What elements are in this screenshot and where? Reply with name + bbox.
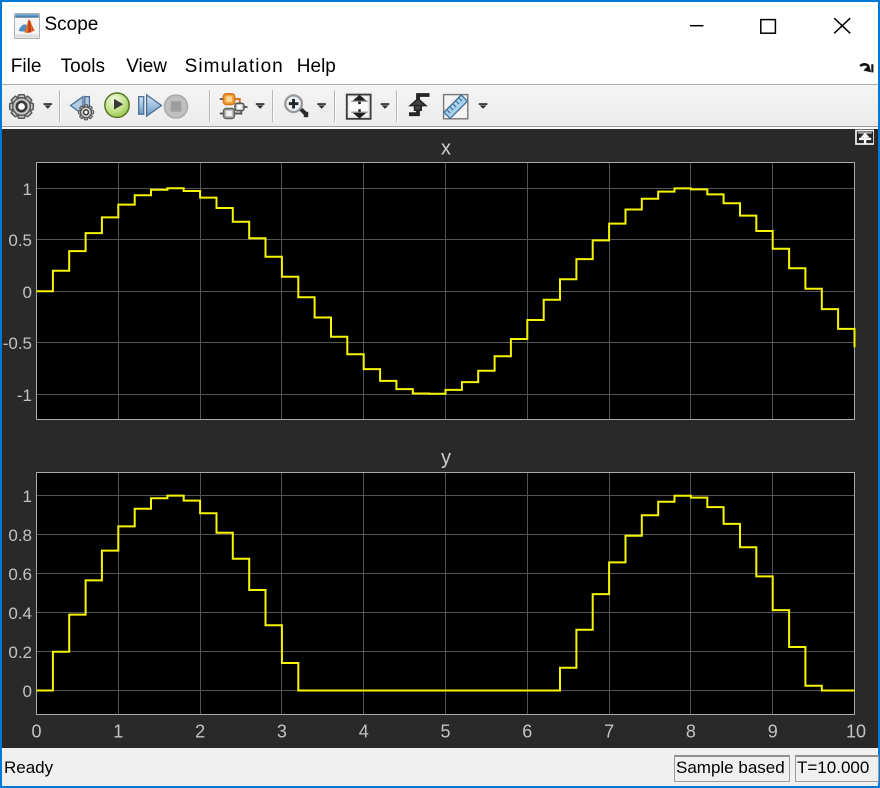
svg-text:-1: -1 [17,386,32,405]
svg-text:5: 5 [440,721,450,741]
svg-text:9: 9 [768,721,778,741]
svg-text:0: 0 [31,721,41,741]
svg-text:3: 3 [277,721,287,741]
svg-text:1: 1 [23,180,32,199]
svg-text:y: y [441,447,451,469]
svg-text:0.4: 0.4 [8,604,32,623]
svg-text:10: 10 [846,721,866,741]
svg-text:0: 0 [23,283,32,302]
svg-text:1: 1 [23,487,32,506]
svg-text:0.5: 0.5 [8,231,32,250]
svg-text:x: x [441,138,451,160]
svg-text:0.2: 0.2 [8,643,32,662]
svg-text:-0.5: -0.5 [3,334,32,353]
svg-text:1: 1 [113,721,123,741]
svg-text:2: 2 [195,721,205,741]
svg-text:0.6: 0.6 [8,565,32,584]
svg-text:4: 4 [359,721,369,741]
svg-text:0.8: 0.8 [8,526,32,545]
svg-text:6: 6 [522,721,532,741]
svg-text:8: 8 [686,721,696,741]
svg-text:0: 0 [23,682,32,701]
svg-text:7: 7 [604,721,614,741]
